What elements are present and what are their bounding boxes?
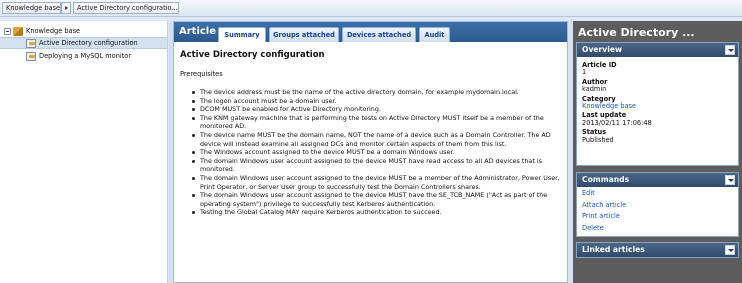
linked-articles-header[interactable]: Linked articles — [577, 243, 738, 257]
commands-header[interactable]: Commands — [577, 173, 738, 187]
commands-header-label: Commands — [582, 175, 630, 184]
list-item: The domain Windows user account assigned… — [192, 191, 561, 208]
list-item: Testing the Global Catalog MAY require K… — [192, 208, 561, 217]
tree-root[interactable]: Knowledge base — [4, 25, 80, 37]
breadcrumb-arrow-icon[interactable] — [61, 2, 71, 14]
overview-header[interactable]: Overview — [577, 43, 738, 57]
tree-item-mysql-monitor[interactable]: Deploying a MySQL monitor — [26, 50, 131, 62]
commands-box: Commands Edit Attach article Print artic… — [576, 172, 739, 237]
list-item: The logon account must be a domain user. — [192, 97, 561, 106]
collapse-chevron-icon[interactable] — [725, 45, 735, 55]
breadcrumb-knowledge-base[interactable]: Knowledge base — [2, 2, 61, 14]
article-heading: Active Directory configuration — [180, 50, 325, 60]
breadcrumb: Knowledge base Active Directory configur… — [0, 0, 742, 17]
list-item: The Windows account assigned to the devi… — [192, 148, 561, 157]
breadcrumb-current-article[interactable]: Active Directory configuratio... — [73, 2, 179, 14]
linked-articles-box: Linked articles — [576, 242, 739, 258]
tab-audit[interactable]: Audit — [419, 27, 450, 42]
overview-box: Overview Article ID 1 Author kadmin Cate… — [576, 42, 739, 166]
author-value: kadmin — [582, 85, 607, 94]
tab-groups-attached[interactable]: Groups attached — [269, 27, 339, 42]
delete-link[interactable]: Delete — [577, 223, 738, 235]
list-item: The KNM gateway machine that is performi… — [192, 114, 561, 131]
list-item: The domain Windows user account assigned… — [192, 174, 561, 191]
article-panel-title: Article — [179, 26, 217, 37]
tab-devices-attached[interactable]: Devices attached — [342, 27, 416, 42]
tree-item-label: Active Directory configuration — [39, 39, 138, 47]
knowledge-base-icon — [13, 26, 23, 36]
article-icon — [26, 51, 36, 61]
overview-header-label: Overview — [582, 45, 623, 54]
collapse-chevron-icon[interactable] — [725, 175, 735, 185]
knowledge-base-tree: Knowledge base Active Directory configur… — [0, 21, 168, 283]
collapse-chevron-icon[interactable] — [725, 245, 735, 255]
print-article-link[interactable]: Print article — [577, 211, 738, 223]
tab-summary[interactable]: Summary — [218, 27, 266, 42]
tree-item-label: Deploying a MySQL monitor — [39, 52, 132, 60]
linked-articles-header-label: Linked articles — [582, 245, 645, 254]
category-link[interactable]: Knowledge base — [577, 102, 738, 110]
list-item: The device address must be the name of t… — [192, 88, 561, 97]
last-update-value: 2013/02/11 17:06:48 — [582, 118, 652, 127]
article-tab-bar: Article Summary Groups attached Devices … — [174, 22, 567, 42]
article-id-label: Article ID — [582, 61, 617, 69]
article-icon — [26, 38, 36, 48]
status-value: Published — [582, 135, 614, 144]
list-item: The device name MUST be the domain name,… — [192, 131, 561, 148]
attach-article-link[interactable]: Attach article — [577, 200, 738, 212]
article-sidebar: Active Directory ... Overview Article ID… — [573, 21, 742, 283]
prerequisites-list: The device address must be the name of t… — [180, 88, 561, 217]
collapse-icon[interactable] — [4, 27, 11, 35]
sidebar-title: Active Directory ... — [578, 26, 695, 39]
edit-link[interactable]: Edit — [577, 188, 738, 200]
tree-root-label: Knowledge base — [26, 27, 81, 35]
article-id-value: 1 — [582, 68, 587, 77]
article-content: Active Directory configuration Prerequis… — [174, 43, 567, 283]
tree-item-active-directory[interactable]: Active Directory configuration — [0, 37, 167, 49]
list-item: The domain Windows user account assigned… — [192, 157, 561, 174]
prerequisites-label: Prerequisites — [180, 70, 223, 78]
article-panel: Article Summary Groups attached Devices … — [173, 21, 568, 283]
list-item: DCOM MUST be enabled for Active Director… — [192, 105, 561, 114]
